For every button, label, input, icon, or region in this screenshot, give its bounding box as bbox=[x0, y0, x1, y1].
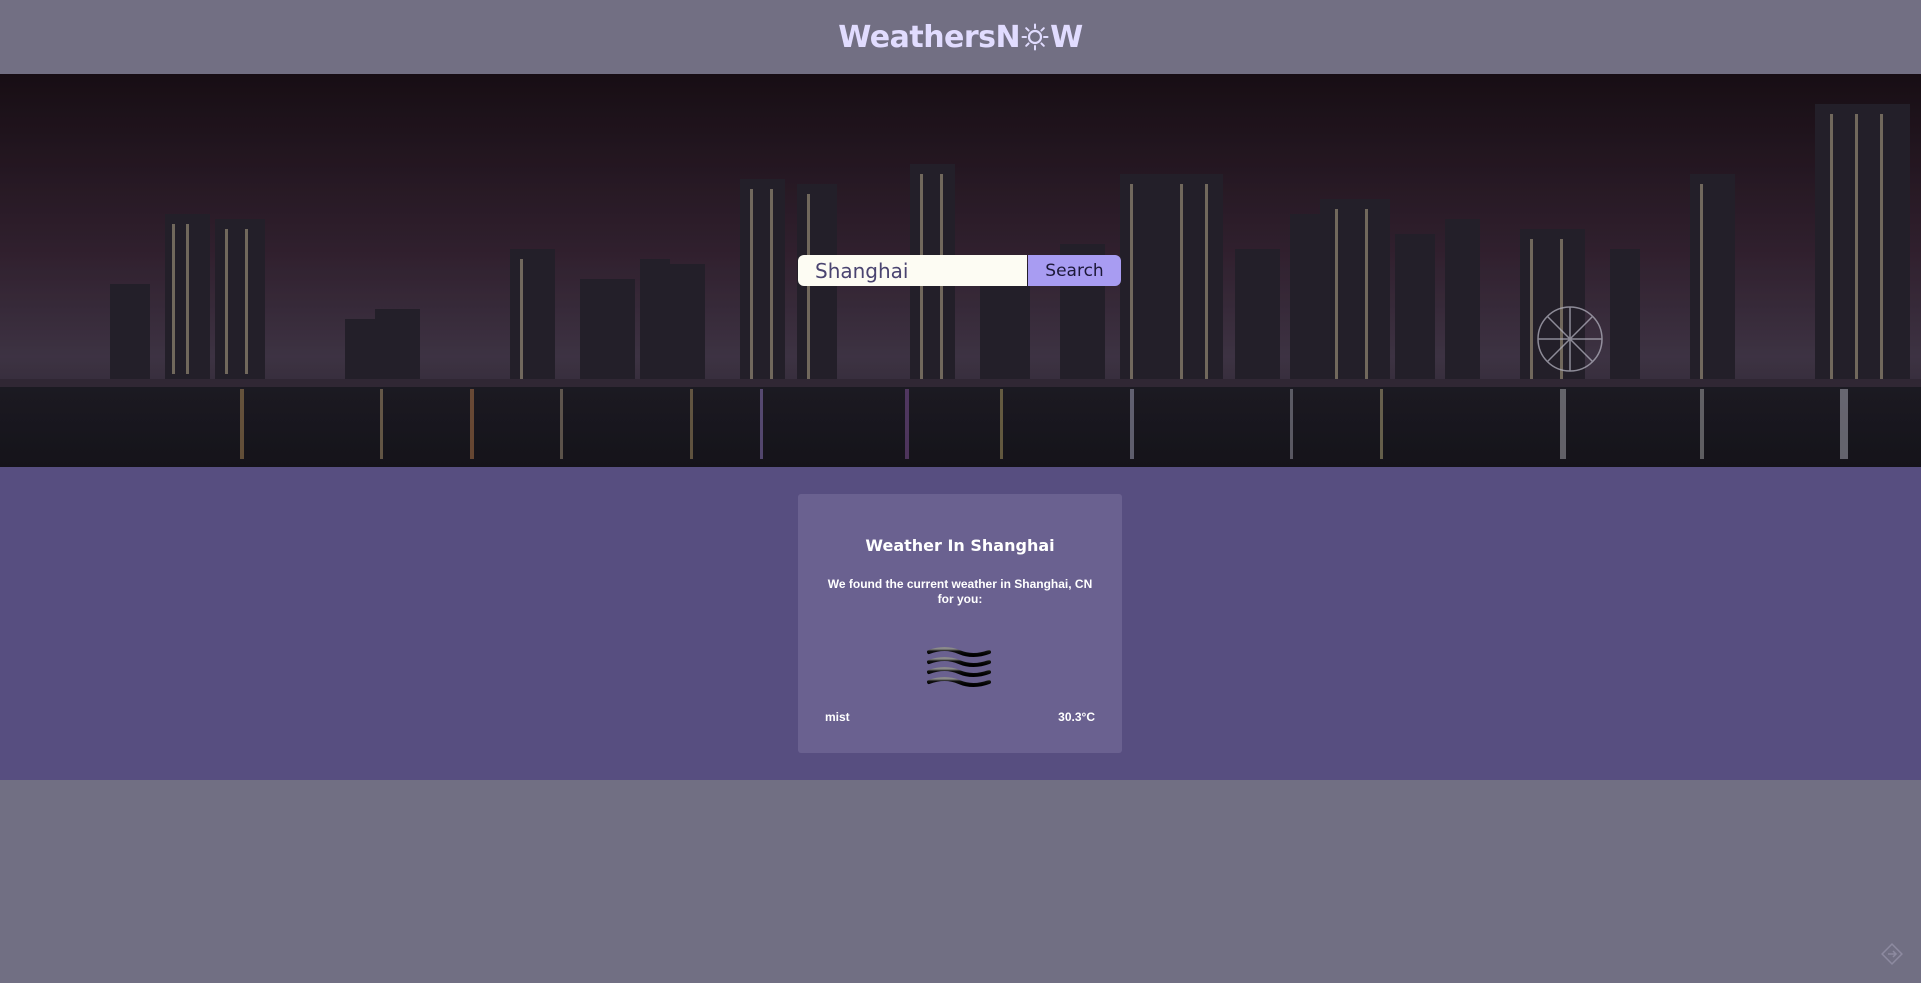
hero-banner: Search bbox=[0, 74, 1921, 467]
page-footer bbox=[0, 780, 1921, 983]
diamond-arrow-icon[interactable] bbox=[1881, 943, 1903, 965]
mist-icon bbox=[927, 647, 991, 687]
logo-text-start: WeathersN bbox=[838, 19, 1021, 55]
site-logo[interactable]: WeathersN W bbox=[838, 20, 1083, 55]
weather-card: Weather In Shanghai We found the current… bbox=[798, 494, 1122, 753]
logo-text-end: W bbox=[1050, 19, 1083, 55]
site-header: WeathersN W bbox=[0, 0, 1921, 74]
search-bar: Search bbox=[798, 255, 1121, 286]
results-section: Weather In Shanghai We found the current… bbox=[0, 467, 1921, 780]
search-button[interactable]: Search bbox=[1028, 255, 1121, 286]
weather-card-description: We found the current weather in Shanghai… bbox=[827, 577, 1093, 606]
sun-icon bbox=[1021, 23, 1049, 51]
weather-condition: mist bbox=[825, 710, 850, 724]
weather-card-title: Weather In Shanghai bbox=[865, 536, 1055, 555]
weather-temperature: 30.3°C bbox=[1058, 710, 1095, 724]
city-search-input[interactable] bbox=[798, 255, 1027, 286]
